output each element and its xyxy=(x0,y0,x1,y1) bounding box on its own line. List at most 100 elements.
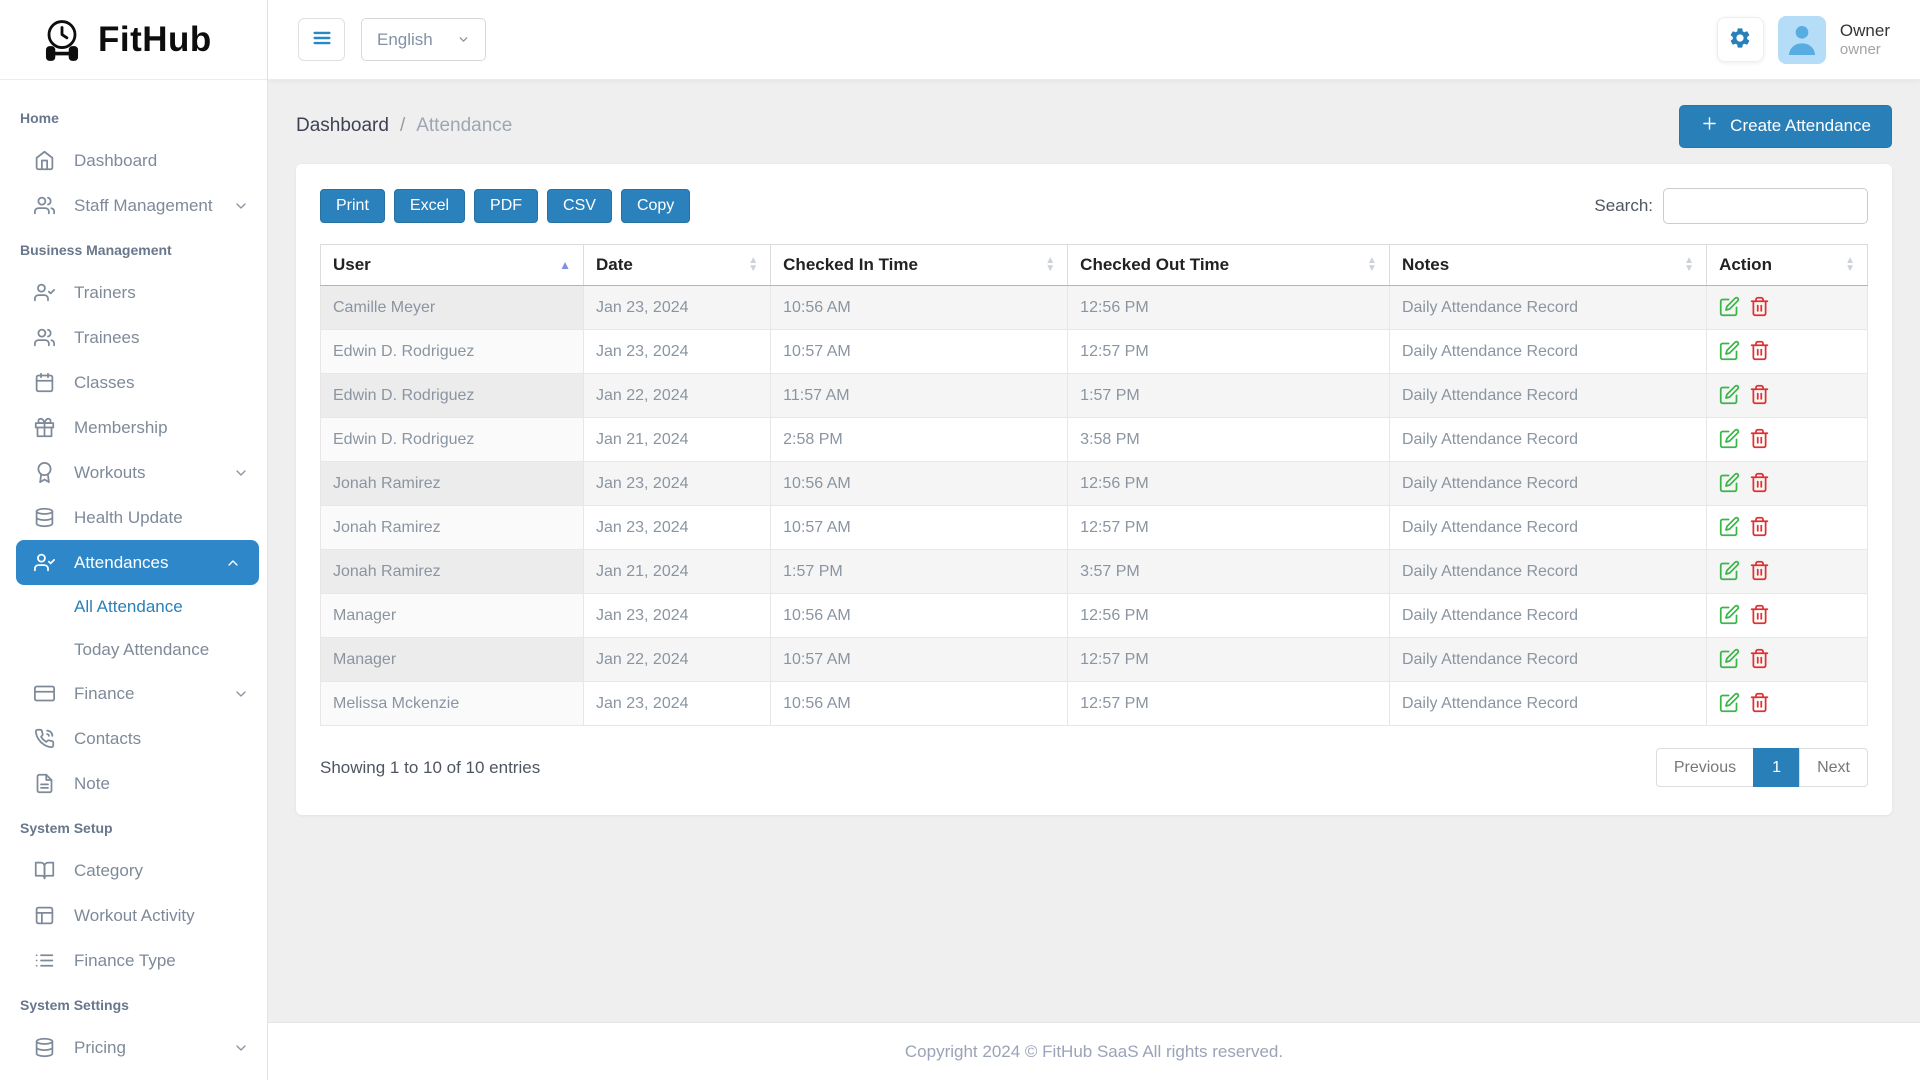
notes-cell: Daily Attendance Record xyxy=(1389,638,1706,682)
edit-icon xyxy=(1719,516,1740,540)
avatar[interactable] xyxy=(1778,16,1826,64)
date-cell: Jan 23, 2024 xyxy=(583,594,770,638)
edit-button[interactable] xyxy=(1719,472,1740,496)
sidebar-item-contacts[interactable]: Contacts xyxy=(0,716,267,761)
column-header-checked-in-time[interactable]: Checked In Time▲▼ xyxy=(771,245,1068,286)
sidebar-item-note[interactable]: Note xyxy=(0,761,267,806)
sidebar-item-partial[interactable] xyxy=(0,1070,267,1080)
delete-button[interactable] xyxy=(1749,516,1770,540)
pagination-previous[interactable]: Previous xyxy=(1656,748,1754,787)
settings-button[interactable] xyxy=(1717,17,1764,62)
brand-logo[interactable]: FitHub xyxy=(0,0,267,80)
edit-button[interactable] xyxy=(1719,648,1740,672)
column-header-action[interactable]: Action▲▼ xyxy=(1707,245,1868,286)
sidebar-item-dashboard[interactable]: Dashboard xyxy=(0,138,267,183)
sidebar-subitem-today-attendance[interactable]: Today Attendance xyxy=(0,628,267,671)
language-dropdown[interactable]: English xyxy=(361,18,486,61)
breadcrumb-attendance: Attendance xyxy=(416,115,512,137)
attendance-card: PrintExcelPDFCSVCopy Search: User▲Date▲▼… xyxy=(296,164,1892,815)
delete-button[interactable] xyxy=(1749,428,1770,452)
sidebar-item-classes[interactable]: Classes xyxy=(0,360,267,405)
copyright-text: Copyright 2024 © FitHub SaaS All rights … xyxy=(905,1042,1283,1062)
delete-button[interactable] xyxy=(1749,560,1770,584)
sidebar-item-label: Trainees xyxy=(74,328,140,348)
trash-icon xyxy=(1749,692,1770,716)
checked-out-cell: 12:57 PM xyxy=(1068,330,1390,374)
edit-icon xyxy=(1719,340,1740,364)
edit-button[interactable] xyxy=(1719,384,1740,408)
edit-button[interactable] xyxy=(1719,604,1740,628)
checked-out-cell: 12:57 PM xyxy=(1068,638,1390,682)
action-cell xyxy=(1707,682,1868,726)
breadcrumb-dashboard[interactable]: Dashboard xyxy=(296,115,389,137)
action-cell xyxy=(1707,462,1868,506)
edit-icon xyxy=(1719,428,1740,452)
sidebar-item-label: Health Update xyxy=(74,508,183,528)
checked-in-cell: 1:57 PM xyxy=(771,550,1068,594)
column-header-user[interactable]: User▲ xyxy=(321,245,584,286)
delete-button[interactable] xyxy=(1749,340,1770,364)
delete-button[interactable] xyxy=(1749,692,1770,716)
sidebar-item-workout-activity[interactable]: Workout Activity xyxy=(0,893,267,938)
table-row-8: ManagerJan 23, 202410:56 AM12:56 PMDaily… xyxy=(321,594,1868,638)
delete-button[interactable] xyxy=(1749,604,1770,628)
sidebar-item-label: Staff Management xyxy=(74,196,213,216)
delete-button[interactable] xyxy=(1749,296,1770,320)
sidebar-item-pricing[interactable]: Pricing xyxy=(0,1025,267,1070)
edit-button[interactable] xyxy=(1719,516,1740,540)
sidebar-item-staff-management[interactable]: Staff Management xyxy=(0,183,267,228)
date-cell: Jan 23, 2024 xyxy=(583,506,770,550)
date-cell: Jan 22, 2024 xyxy=(583,374,770,418)
edit-button[interactable] xyxy=(1719,692,1740,716)
edit-button[interactable] xyxy=(1719,340,1740,364)
sidebar-item-attendances[interactable]: Attendances xyxy=(16,540,259,585)
list-icon xyxy=(34,950,55,971)
pagination-page-1[interactable]: 1 xyxy=(1753,748,1800,787)
date-cell: Jan 23, 2024 xyxy=(583,286,770,330)
sidebar-item-finance-type[interactable]: Finance Type xyxy=(0,938,267,983)
excel-export-button[interactable]: Excel xyxy=(394,189,465,223)
notes-cell: Daily Attendance Record xyxy=(1389,682,1706,726)
action-cell xyxy=(1707,374,1868,418)
action-cell xyxy=(1707,638,1868,682)
sidebar-item-label: Workout Activity xyxy=(74,906,195,926)
column-header-date[interactable]: Date▲▼ xyxy=(583,245,770,286)
chevron-down-icon xyxy=(233,465,249,481)
sidebar-item-finance[interactable]: Finance xyxy=(0,671,267,716)
sidebar-item-workouts[interactable]: Workouts xyxy=(0,450,267,495)
sidebar-item-membership[interactable]: Membership xyxy=(0,405,267,450)
pagination: Previous 1 Next xyxy=(1656,748,1868,787)
footer: Copyright 2024 © FitHub SaaS All rights … xyxy=(268,1022,1920,1080)
column-header-checked-out-time[interactable]: Checked Out Time▲▼ xyxy=(1068,245,1390,286)
user-name: Owner xyxy=(1840,20,1890,41)
chevron-down-icon xyxy=(233,198,249,214)
sidebar-section-system-setup: System Setup xyxy=(0,806,267,848)
edit-button[interactable] xyxy=(1719,296,1740,320)
csv-export-button[interactable]: CSV xyxy=(547,189,612,223)
menu-toggle-button[interactable] xyxy=(298,18,345,61)
edit-button[interactable] xyxy=(1719,560,1740,584)
action-cell xyxy=(1707,330,1868,374)
main-area: English Owner owner xyxy=(268,0,1920,1080)
column-header-notes[interactable]: Notes▲▼ xyxy=(1389,245,1706,286)
checked-in-cell: 10:57 AM xyxy=(771,330,1068,374)
chevron-up-icon xyxy=(225,555,241,571)
delete-button[interactable] xyxy=(1749,472,1770,496)
table-header: User▲Date▲▼Checked In Time▲▼Checked Out … xyxy=(321,245,1868,286)
print-export-button[interactable]: Print xyxy=(320,189,385,223)
sidebar-item-label: Trainers xyxy=(74,283,136,303)
pagination-next[interactable]: Next xyxy=(1799,748,1868,787)
edit-button[interactable] xyxy=(1719,428,1740,452)
delete-button[interactable] xyxy=(1749,384,1770,408)
sort-icons: ▲▼ xyxy=(1045,257,1055,273)
sidebar-item-category[interactable]: Category xyxy=(0,848,267,893)
delete-button[interactable] xyxy=(1749,648,1770,672)
sidebar-subitem-all-attendance[interactable]: All Attendance xyxy=(0,585,267,628)
copy-export-button[interactable]: Copy xyxy=(621,189,690,223)
pdf-export-button[interactable]: PDF xyxy=(474,189,538,223)
create-attendance-button[interactable]: Create Attendance xyxy=(1679,105,1892,148)
sidebar-item-trainers[interactable]: Trainers xyxy=(0,270,267,315)
sidebar-item-trainees[interactable]: Trainees xyxy=(0,315,267,360)
sidebar-item-health-update[interactable]: Health Update xyxy=(0,495,267,540)
search-input[interactable] xyxy=(1663,188,1868,224)
